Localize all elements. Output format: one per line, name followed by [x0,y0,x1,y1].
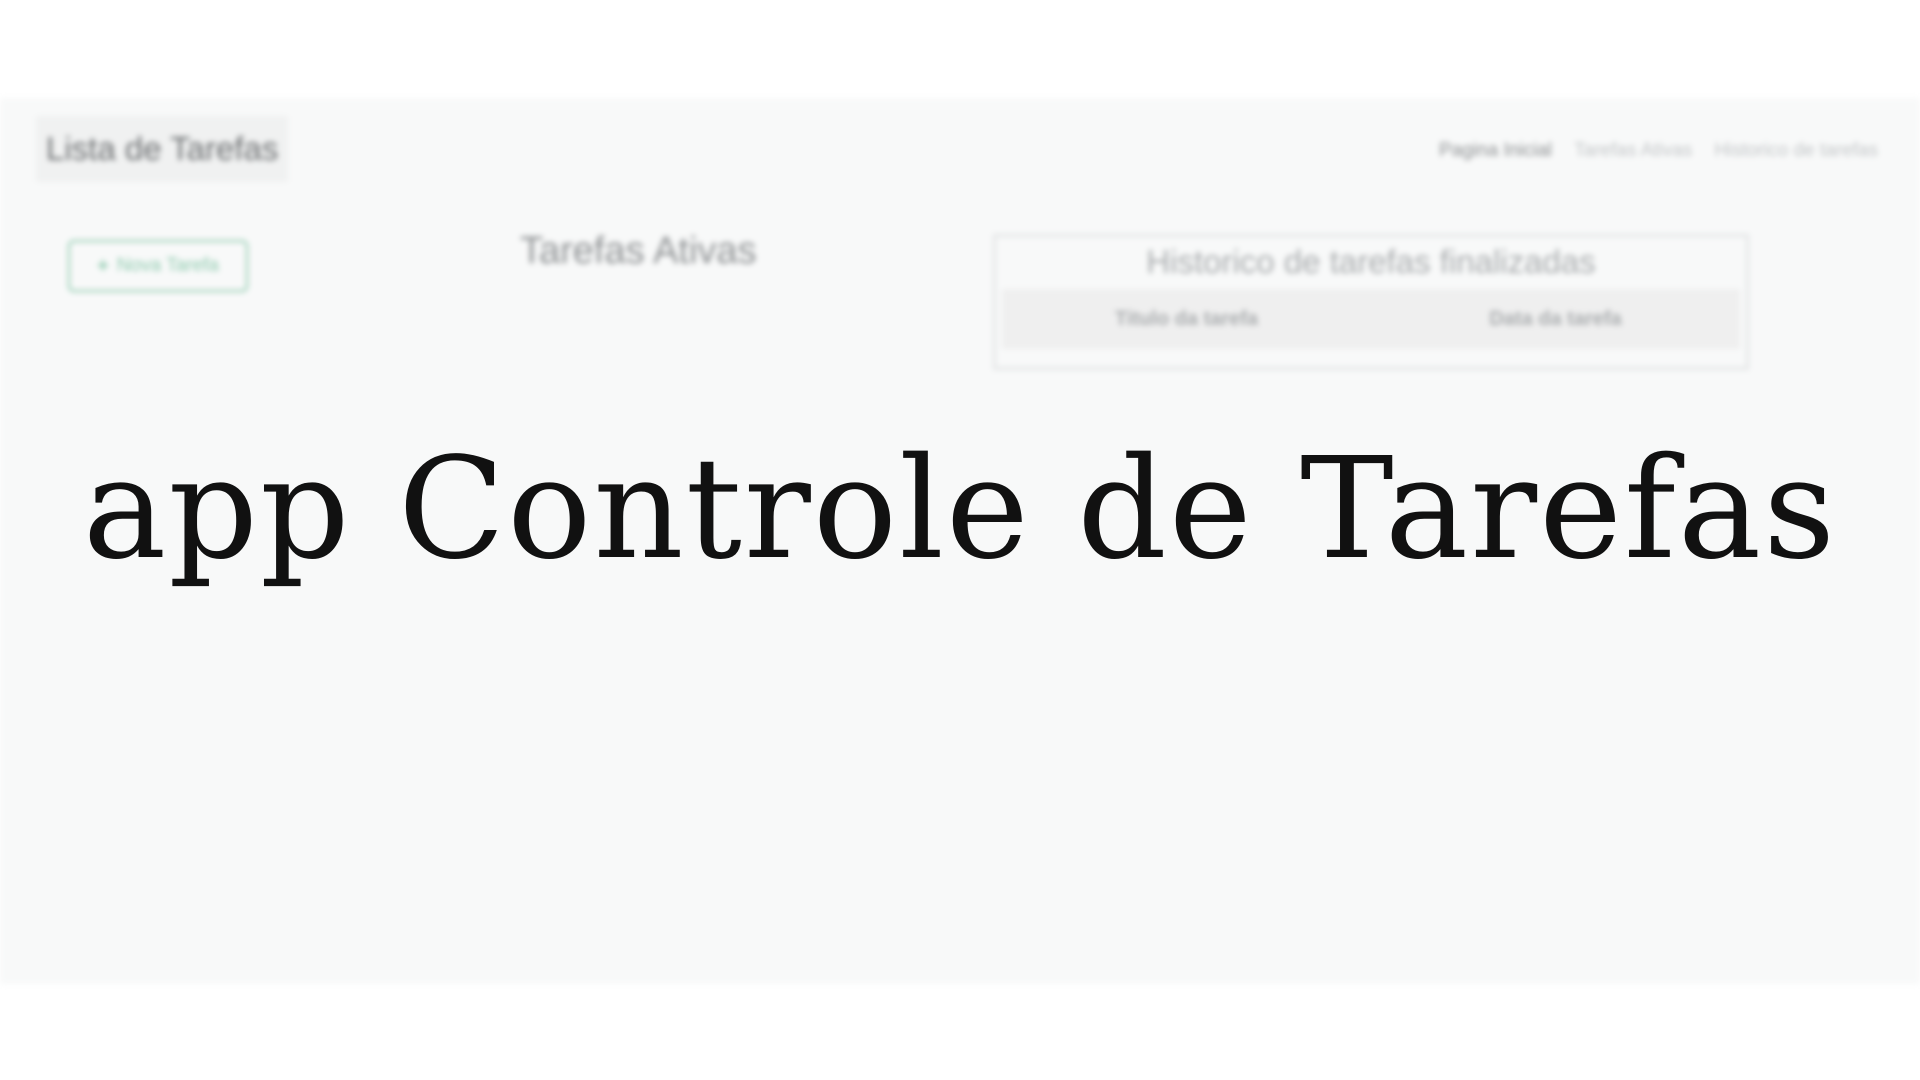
navbar-brand: Lista de Tarefas [36,116,289,182]
nav-links: Pagina Inicial Tarefas Ativas Historico … [1439,140,1878,162]
nav-link-pagina-inicial: Pagina Inicial [1439,140,1553,161]
new-task-label: Nova Tarefa [116,255,219,276]
nav-link-historico: Historico de tarefas [1714,140,1878,161]
active-tasks-heading: Tarefas Ativas [520,230,757,272]
history-heading: Historico de tarefas finalizadas [1146,243,1596,280]
history-column-title: Titulo da tarefa [1002,289,1371,349]
slide: Lista de Tarefas Pagina Inicial Tarefas … [0,0,1920,1080]
new-task-button: + Nova Tarefa [68,240,248,292]
overlay-title: app Controle de Tarefas [82,428,1838,591]
nav-link-tarefas-ativas: Tarefas Ativas [1574,140,1693,161]
history-column-date: Data da tarefa [1371,289,1740,349]
history-table-header-row: Titulo da tarefa Data da tarefa [1002,289,1740,349]
plus-icon: + [97,254,109,277]
navbar: Lista de Tarefas Pagina Inicial Tarefas … [0,98,1920,208]
history-card: Historico de tarefas finalizadas Titulo … [993,234,1749,370]
history-table: Titulo da tarefa Data da tarefa [1002,289,1740,349]
